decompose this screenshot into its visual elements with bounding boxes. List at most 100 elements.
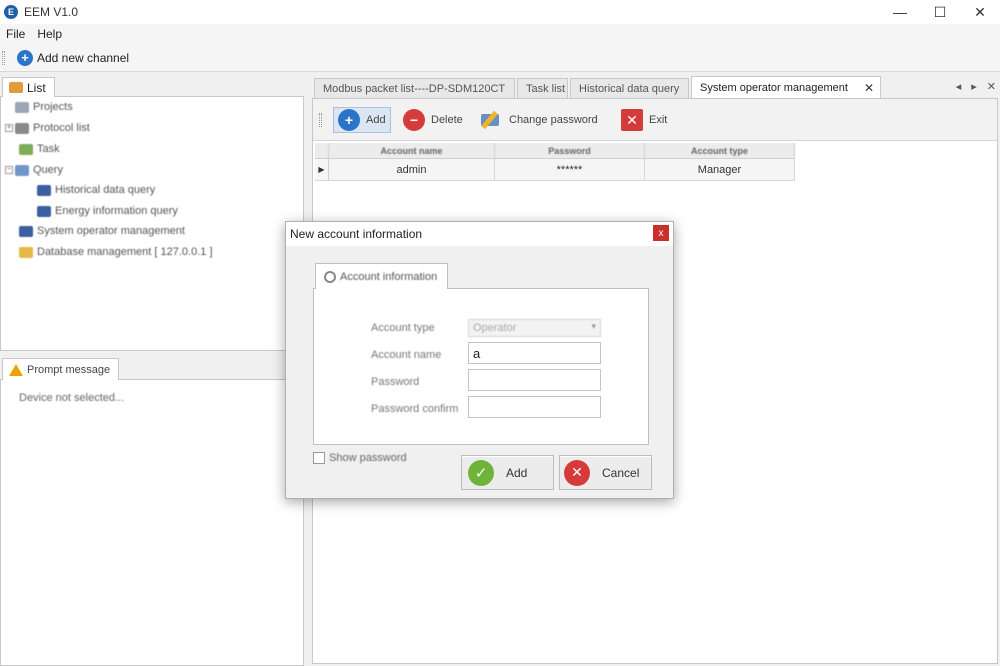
tree-view: Projects + Protocol list Task − Query Hi… [0,96,304,351]
tab-account-information[interactable]: Account information [315,263,449,289]
tab-list[interactable]: List [2,77,55,97]
tree-item-database-management[interactable]: Database management [ 127.0.0.1 ] [19,246,213,258]
account-type-select[interactable]: Operator ▾ [468,319,601,337]
main-toolbar: + Add new channel [0,44,1000,72]
column-header-password[interactable]: Password [495,143,645,158]
tree-item-label: Protocol list [33,122,90,134]
menu-file[interactable]: File [0,27,31,41]
menu-bar: File Help [0,24,1000,44]
maximize-button[interactable]: ☐ [920,0,960,24]
tab-navigation: ◂ ▸ ✕ [956,80,996,93]
password-confirm-label: Password confirm [371,403,459,415]
tree-item-label: Query [33,164,63,176]
tree-item-projects[interactable]: Projects [15,101,73,113]
tab-system-operator-management[interactable]: System operator management ✕ [691,76,881,98]
exit-label: Exit [649,114,668,126]
account-name-label: Account name [371,349,442,361]
cancel-button[interactable]: ✕ Cancel [559,455,652,490]
tree-item-label: Historical data query [55,184,156,196]
tree-item-energy-information-query[interactable]: Energy information query [37,205,178,217]
add-button[interactable]: ✓ Add [461,455,554,490]
tab-task-list[interactable]: Task list [517,78,568,98]
add-account-button[interactable]: + Add [333,107,391,133]
minimize-button[interactable]: — [880,0,920,24]
show-password-checkbox[interactable]: Show password [313,452,407,464]
account-type-label: Account type [371,322,435,334]
chart-icon [37,184,51,196]
tab-account-information-label: Account information [340,270,438,283]
tab-prev-button[interactable]: ◂ [956,80,962,93]
tab-list-label: List [27,80,46,95]
column-header-account-type[interactable]: Account type [645,143,795,158]
dialog-title-bar: New account information x [286,222,673,246]
dialog-close-button[interactable]: x [653,225,669,241]
chart-icon [37,205,51,217]
tab-prompt-message[interactable]: Prompt message [2,358,120,380]
tab-label: System operator management [700,81,848,94]
app-logo-icon: E [4,5,18,19]
checkbox-box[interactable] [313,452,325,464]
prompt-message-text: Device not selected... [19,392,125,404]
tab-prompt-label: Prompt message [27,363,111,376]
title-bar: E EEM V1.0 — ☐ ✕ [0,0,1000,24]
plus-circle-icon: + [338,109,360,131]
change-password-button[interactable]: Change password [479,107,598,133]
menu-help[interactable]: Help [31,27,68,41]
tab-next-button[interactable]: ▸ [971,80,977,93]
cell-account-name[interactable]: admin [329,159,495,180]
projects-icon [15,101,29,113]
plus-circle-icon: + [17,49,33,66]
tree-item-query[interactable]: − Query [5,164,63,176]
toolbar-grip[interactable] [2,50,5,65]
cell-account-type[interactable]: Manager [645,159,795,180]
account-form: Account type Operator ▾ Account name Pas… [313,288,649,445]
tree-item-task[interactable]: Task [19,143,60,155]
warning-icon [9,363,23,376]
window-controls: — ☐ ✕ [880,0,1000,24]
protocol-icon [15,122,29,134]
password-input[interactable] [468,369,601,391]
delete-icon: − [403,109,425,131]
expand-toggle[interactable]: + [5,124,13,132]
tab-label: Task list [526,82,566,95]
collapse-toggle[interactable]: − [5,166,13,174]
close-window-button[interactable]: ✕ [960,0,1000,24]
tab-modbus-packet-list[interactable]: Modbus packet list----DP-SDM120CT [314,78,515,98]
exit-button[interactable]: ✕ Exit [621,107,667,133]
edit-icon [479,110,503,130]
account-type-value: Operator [473,322,517,334]
briefcase-icon [9,82,23,93]
delete-account-button[interactable]: − Delete [403,107,463,133]
checkmark-icon: ✓ [468,459,494,486]
new-account-dialog: New account information x Account inform… [285,221,674,499]
account-name-input[interactable] [468,342,601,364]
row-marker-header [315,143,329,158]
password-confirm-input[interactable] [468,396,601,418]
exit-icon: ✕ [621,109,643,131]
query-icon [15,164,29,176]
tree-item-label: Task [37,143,60,155]
show-password-label: Show password [329,452,407,464]
add-new-channel-button[interactable]: + Add new channel [17,49,129,66]
change-password-label: Change password [509,114,598,126]
cell-password[interactable]: ****** [495,159,645,180]
table-row[interactable]: ▶ admin ****** Manager [315,159,795,181]
tree-item-historical-data-query[interactable]: Historical data query [37,184,155,196]
accounts-table: Account name Password Account type ▶ adm… [315,143,795,181]
tab-historical-data-query[interactable]: Historical data query [570,78,689,98]
delete-account-label: Delete [431,114,463,126]
column-header-account-name[interactable]: Account name [329,143,495,158]
toolbar-grip[interactable] [319,113,322,127]
tree-item-system-operator-management[interactable]: System operator management [19,225,185,237]
tree-item-label: Database management [ 127.0.0.1 ] [37,246,213,258]
task-icon [19,143,33,155]
prompt-panel: Prompt message Device not selected... [0,356,304,666]
tab-strip-close-button[interactable]: ✕ [987,80,996,93]
add-button-label: Add [506,465,528,480]
tab-close-button[interactable]: ✕ [864,81,874,95]
password-label: Password [371,376,420,388]
table-header: Account name Password Account type [315,143,795,159]
tree-item-protocol-list[interactable]: + Protocol list [5,122,90,134]
tree-item-label: Projects [33,101,73,113]
prompt-body: Device not selected... [0,379,304,666]
